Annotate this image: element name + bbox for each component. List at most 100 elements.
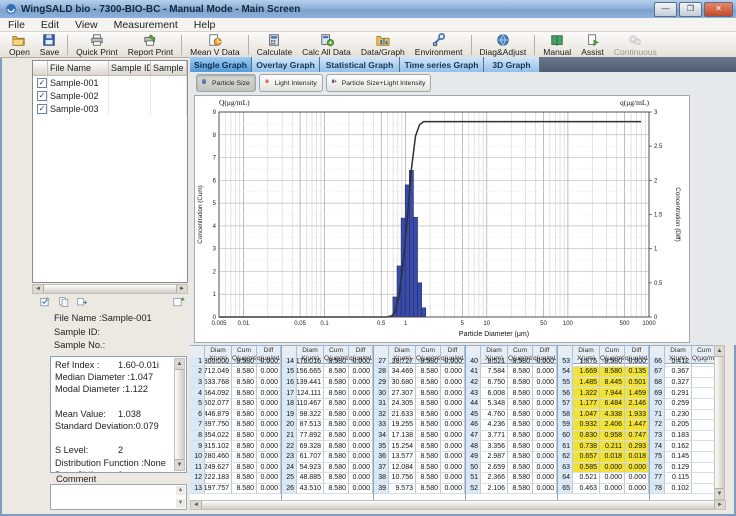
select-all-button[interactable] (40, 296, 53, 309)
scroll-right-icon[interactable]: ► (715, 501, 725, 509)
copy-button[interactable] (58, 296, 71, 309)
cell-no: 37 (374, 463, 389, 474)
sample-id-cell (109, 76, 151, 89)
cell-cum: 8.580 (416, 399, 441, 410)
data-graph-icon (376, 33, 390, 47)
scroll-down-icon[interactable]: ▼ (715, 489, 724, 499)
svg-text:0.5: 0.5 (654, 281, 663, 287)
scroll-up-icon[interactable]: ▲ (176, 486, 185, 495)
cell-diff: 0.000 (257, 378, 281, 389)
tab-time-series-graph[interactable]: Time series Graph (400, 57, 484, 72)
cell-cum (692, 441, 714, 452)
cell-no: 69 (650, 388, 665, 399)
cell-cum: 8.580 (416, 452, 441, 463)
cell-diam: 197.757 (205, 484, 232, 495)
scroll-left-icon[interactable]: ◄ (33, 285, 43, 293)
comment-textarea[interactable]: ▲ ▼ (50, 484, 187, 510)
subtab-light-intensity[interactable]: Light Intensity (259, 74, 323, 92)
cell-cum: 8.445 (600, 378, 625, 389)
copy-data-button[interactable] (76, 296, 89, 309)
cell-cum: 0.000 (600, 473, 625, 484)
subtab-particle-size-light-intensity[interactable]: Particle Size+Light Intensity (326, 74, 432, 92)
scroll-up-icon[interactable]: ▲ (715, 346, 724, 356)
row-checkbox[interactable]: ✓ (37, 91, 47, 101)
svg-text:2.5: 2.5 (654, 144, 663, 150)
calculate-button[interactable]: Calculate (252, 32, 297, 57)
cell-diam: 124.111 (297, 388, 324, 399)
particle-size-icon (202, 79, 210, 88)
file-list-row[interactable]: ✓Sample-002 (33, 89, 187, 102)
table-vscrollbar[interactable]: ▲ ▼ (714, 345, 725, 500)
calc-all-data-button[interactable]: Calc All Data (297, 32, 356, 57)
scroll-right-icon[interactable]: ► (177, 285, 187, 293)
save-button[interactable]: Save (35, 32, 64, 57)
menu-edit[interactable]: Edit (33, 19, 67, 31)
table-hscrollbar[interactable]: ◄ ► (190, 500, 726, 510)
tab-statistical-graph[interactable]: Statistical Graph (320, 57, 400, 72)
cell-diam: 0.657 (573, 452, 600, 463)
file-list-row[interactable]: ✓Sample-003 (33, 102, 187, 115)
mean-v-data-button[interactable]: Mean V Data (185, 32, 245, 57)
cell-no: 63 (558, 463, 573, 474)
cell-diff: 0.000 (441, 441, 465, 452)
tab-3d-graph[interactable]: 3D Graph (484, 57, 540, 72)
cell-cum: 8.580 (324, 388, 349, 399)
cell-diam: 12.084 (389, 463, 416, 474)
cell-no: 62 (558, 452, 573, 463)
scroll-down-icon[interactable]: ▼ (176, 499, 185, 508)
row-checkbox[interactable]: ✓ (37, 104, 47, 114)
assist-button[interactable]: Assist (576, 32, 609, 57)
cell-no: 24 (282, 463, 297, 474)
cell-cum: 8.580 (232, 388, 257, 399)
menu-view[interactable]: View (67, 19, 106, 31)
cell-diff: 0.000 (257, 399, 281, 410)
cell-diff: 0.000 (349, 367, 373, 378)
quick-print-button[interactable]: Quick Print (71, 32, 123, 57)
result-line: Distribution Function :None (55, 457, 173, 469)
cell-cum: 8.580 (324, 484, 349, 495)
manual-button[interactable]: Manual (538, 32, 576, 57)
toolbar-separator (471, 35, 472, 55)
cell-diam: 0.412 (665, 357, 692, 368)
cell-cum: 0.018 (600, 452, 625, 463)
file-list[interactable]: File Name Sample ID Sample No. ✓Sample-0… (32, 60, 188, 283)
tab-overlay-graph[interactable]: Overlay Graph (252, 57, 320, 72)
tab-single-graph[interactable]: Single Graph (190, 57, 252, 72)
minimize-button[interactable]: — (654, 2, 677, 17)
svg-text:7: 7 (213, 156, 217, 162)
cell-no: 52 (466, 484, 481, 495)
result-line: Mean Value:1.038 (55, 408, 173, 420)
menu-help[interactable]: Help (186, 19, 224, 31)
menu-measurement[interactable]: Measurement (106, 19, 186, 31)
row-checkbox[interactable]: ✓ (37, 78, 47, 88)
close-button[interactable]: ✕ (704, 2, 733, 17)
cell-diam: 6.008 (481, 388, 508, 399)
menu-file[interactable]: File (0, 19, 33, 31)
cell-no: 70 (650, 399, 665, 410)
cell-diam: 222.183 (205, 473, 232, 484)
scroll-up-icon[interactable]: ▲ (175, 359, 184, 369)
file-name-label: File Name : (54, 312, 102, 326)
cell-diff: 2.146 (625, 399, 649, 410)
cell-diam: 2.366 (481, 473, 508, 484)
environment-button[interactable]: Environment (410, 32, 468, 57)
file-list-row[interactable]: ✓Sample-001 (33, 76, 187, 89)
data-graph-button[interactable]: Data/Graph (356, 32, 410, 57)
file-list-hscrollbar[interactable]: ◄ ► (32, 284, 188, 294)
cell-cum (692, 410, 714, 421)
maximize-button[interactable]: ❐ (679, 2, 702, 17)
scroll-left-icon[interactable]: ◄ (191, 501, 201, 509)
cell-no: 20 (282, 420, 297, 431)
diag-adjust-button[interactable]: Diag&Adjust (475, 32, 532, 57)
scroll-down-icon[interactable]: ▼ (175, 460, 184, 470)
svg-text:0.1: 0.1 (320, 321, 329, 327)
subtab-particle-size[interactable]: Particle Size (196, 74, 256, 92)
results-vscrollbar[interactable]: ▲ ▼ (174, 358, 185, 471)
sample-no-label: Sample No.: (54, 339, 105, 353)
cell-diam: 0.230 (665, 410, 692, 421)
svg-text:500: 500 (620, 321, 631, 327)
svg-text:2: 2 (654, 178, 658, 184)
open-button[interactable]: Open (4, 32, 35, 57)
report-print-button[interactable]: Report Print (123, 32, 178, 57)
export-add-button[interactable] (173, 296, 186, 309)
